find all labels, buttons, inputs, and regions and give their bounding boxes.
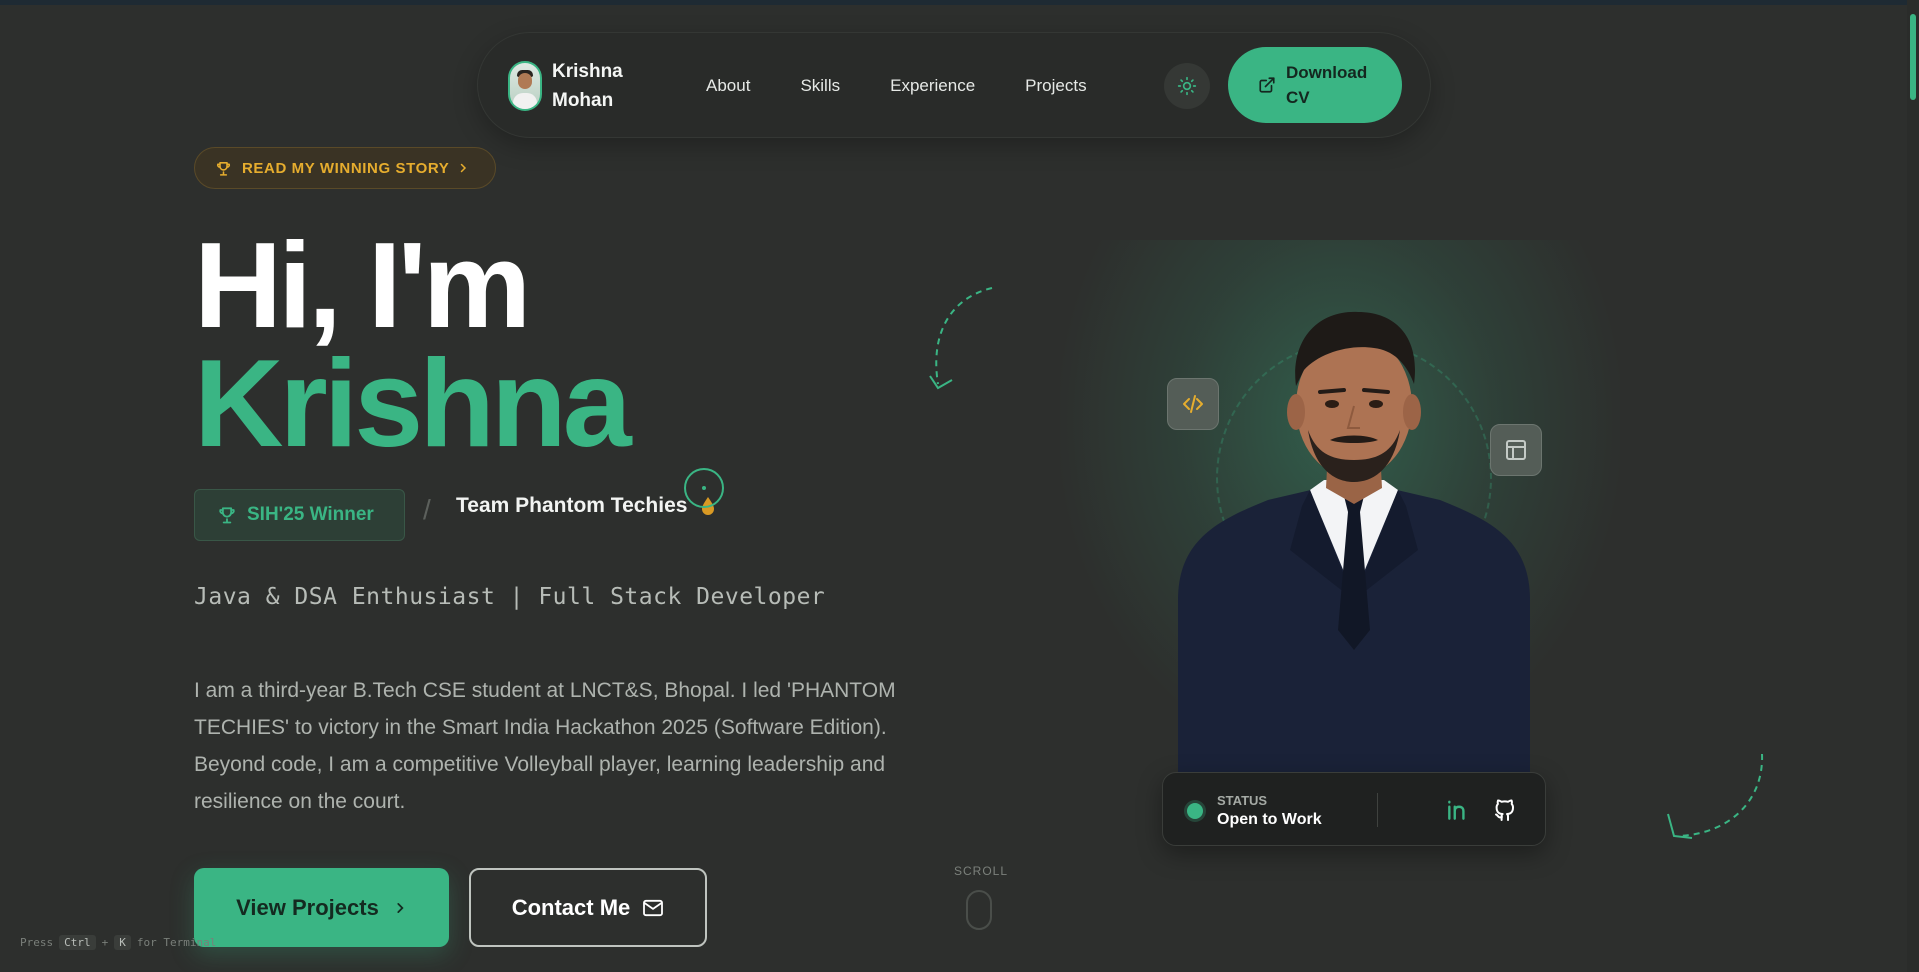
theme-toggle-button[interactable] bbox=[1164, 63, 1210, 109]
top-navbar: Krishna Mohan About Skills Experience Pr… bbox=[477, 32, 1431, 138]
team-name-text: Team Phantom Techies bbox=[456, 494, 688, 517]
hero-greeting: Hi, I'm bbox=[194, 217, 531, 353]
nav-link-experience[interactable]: Experience bbox=[890, 75, 975, 97]
cursor-ring bbox=[684, 468, 724, 508]
scroll-indicator[interactable] bbox=[966, 890, 992, 930]
brand-name[interactable]: Krishna Mohan bbox=[552, 57, 638, 115]
layout-badge bbox=[1490, 424, 1542, 476]
terminal-hint-prefix: Press bbox=[20, 936, 54, 949]
github-icon[interactable] bbox=[1493, 797, 1517, 823]
team-name: Team Phantom Techies bbox=[456, 494, 715, 518]
winning-story-label: READ MY WINNING STORY bbox=[242, 159, 450, 177]
view-projects-button[interactable]: View Projects bbox=[194, 868, 449, 947]
status-value: Open to Work bbox=[1217, 811, 1322, 828]
layout-icon bbox=[1506, 440, 1526, 460]
code-badge bbox=[1167, 378, 1219, 430]
sun-icon bbox=[1177, 76, 1197, 96]
top-border bbox=[0, 0, 1919, 5]
role-tagline: Java & DSA Enthusiast | Full Stack Devel… bbox=[194, 584, 826, 610]
contact-me-button[interactable]: Contact Me bbox=[469, 868, 707, 947]
mail-icon bbox=[643, 899, 664, 916]
winning-story-badge[interactable]: READ MY WINNING STORY bbox=[194, 147, 496, 189]
scroll-label: SCROLL bbox=[954, 864, 1009, 878]
nav-link-skills[interactable]: Skills bbox=[800, 75, 840, 97]
trophy-icon bbox=[219, 507, 235, 524]
page-scrollbar[interactable] bbox=[1907, 0, 1919, 972]
chevron-right-icon bbox=[397, 902, 404, 913]
status-divider bbox=[1377, 793, 1378, 827]
nav-links: About Skills Experience Projects bbox=[706, 75, 1087, 97]
decorative-arrow-left bbox=[929, 287, 993, 390]
view-projects-label: View Projects bbox=[236, 894, 379, 920]
status-card: STATUS Open to Work bbox=[1162, 772, 1546, 846]
kbd-ctrl: Ctrl bbox=[59, 935, 96, 950]
terminal-hint: Press Ctrl + K for Terminal bbox=[20, 935, 216, 950]
bio-paragraph: I am a third-year B.Tech CSE student at … bbox=[194, 679, 896, 813]
chevron-right-icon bbox=[461, 163, 467, 173]
separator: / bbox=[423, 494, 431, 525]
sih-winner-label: SIH'25 Winner bbox=[247, 504, 374, 525]
status-label: STATUS bbox=[1217, 793, 1268, 808]
contact-me-label: Contact Me bbox=[511, 894, 631, 920]
download-cv-label: Download CV bbox=[1286, 63, 1368, 107]
nav-link-about[interactable]: About bbox=[706, 75, 750, 97]
avatar[interactable] bbox=[508, 61, 542, 111]
status-indicator bbox=[1187, 803, 1203, 819]
download-cv-button[interactable]: Download CV bbox=[1228, 47, 1402, 123]
nav-link-projects[interactable]: Projects bbox=[1025, 75, 1086, 97]
external-link-icon bbox=[1259, 77, 1275, 93]
hero-name: Krishna bbox=[194, 335, 632, 473]
trophy-icon bbox=[216, 161, 231, 176]
scrollbar-thumb[interactable] bbox=[1910, 14, 1916, 100]
terminal-hint-suffix: for Terminal bbox=[136, 936, 217, 949]
code-icon bbox=[1183, 395, 1203, 413]
kbd-k: K bbox=[114, 935, 131, 950]
sih-winner-badge: SIH'25 Winner bbox=[194, 489, 405, 541]
profile-photo bbox=[1178, 311, 1530, 776]
kbd-plus: + bbox=[101, 936, 109, 949]
linkedin-icon[interactable] bbox=[1445, 797, 1471, 823]
decorative-arrow-right bbox=[1667, 753, 1764, 839]
